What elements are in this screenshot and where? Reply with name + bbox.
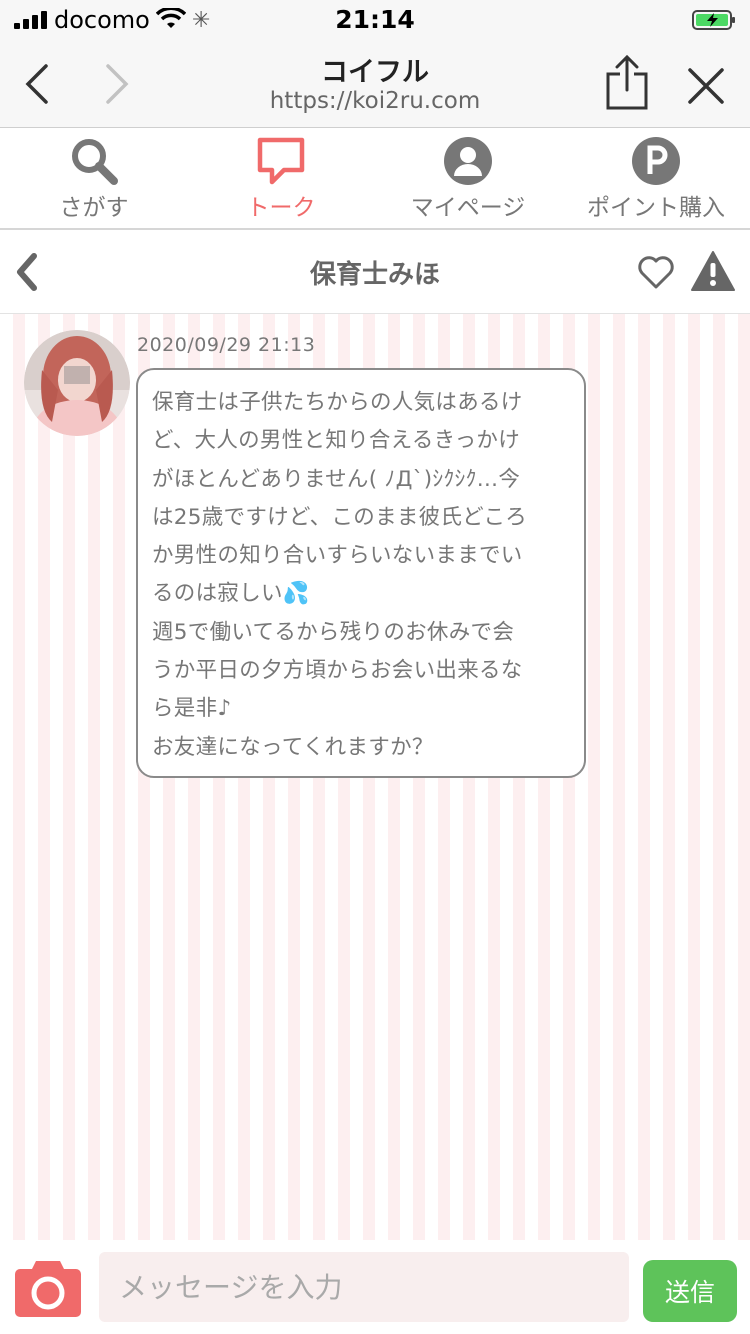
message-line: 保育士は子供たちからの人気はあるけ — [152, 390, 523, 415]
warning-icon[interactable] — [690, 250, 736, 292]
chat-header: 保育士みほ — [0, 230, 750, 314]
user-icon — [444, 137, 492, 185]
share-icon[interactable] — [604, 54, 650, 112]
tab-talk-label: トーク — [246, 195, 316, 221]
message-line: うか平日の夕方頃からお会い出来るな — [152, 658, 523, 684]
tab-buy-points-label: ポイント購入 — [587, 195, 725, 221]
message-line: 週5で働いてるから残りのお休みで会 — [152, 619, 515, 645]
message-composer: 送信 — [0, 1240, 750, 1334]
message-input[interactable] — [99, 1252, 629, 1322]
message-bubble: 保育士は子供たちからの人気はあるけ ど、大人の男性と知り合えるきっかけ がほとん… — [136, 368, 586, 778]
close-icon[interactable] — [686, 66, 726, 106]
tab-search-label: さがす — [59, 195, 129, 221]
message-line: がほとんどありません( ﾉД`)ｼｸｼｸ…今 — [152, 466, 521, 492]
tab-buy-points[interactable]: ポイント購入 — [562, 128, 750, 228]
chat-icon — [257, 137, 305, 185]
tab-mypage[interactable]: マイページ — [374, 128, 562, 228]
camera-icon[interactable] — [14, 1257, 82, 1317]
status-bar: docomo ✳ 21:14 — [0, 0, 750, 40]
message-line: か男性の知り合いすらいないままでい — [152, 543, 523, 569]
avatar[interactable] — [24, 330, 130, 436]
tab-mypage-label: マイページ — [410, 195, 526, 221]
main-tab-bar: さがす トーク マイページ ポイント購入 — [0, 128, 750, 230]
heart-icon[interactable] — [636, 252, 676, 292]
message-timestamp: 2020/09/29 21:13 — [137, 334, 316, 356]
browser-toolbar: コイフル https://koi2ru.com — [0, 40, 750, 128]
message-line: ど、大人の男性と知り合えるきっかけ — [152, 428, 521, 454]
tab-talk[interactable]: トーク — [187, 128, 375, 228]
chat-message-area[interactable]: 2020/09/29 21:13 保育士は子供たちからの人気はあるけ ど、大人の… — [0, 314, 750, 1240]
message-line: は25歳ですけど、このまま彼氏どころ — [152, 504, 528, 530]
battery-charging-icon — [692, 10, 735, 30]
message-line: るのは寂しい💦 — [152, 581, 310, 607]
status-time: 21:14 — [335, 5, 415, 34]
message-line: ら是非♪ — [152, 696, 232, 722]
send-button[interactable]: 送信 — [643, 1260, 737, 1322]
points-icon — [632, 137, 680, 185]
search-icon — [72, 139, 118, 185]
tab-search[interactable]: さがす — [0, 128, 188, 228]
message-line: お友達になってくれますか？ — [152, 734, 434, 760]
